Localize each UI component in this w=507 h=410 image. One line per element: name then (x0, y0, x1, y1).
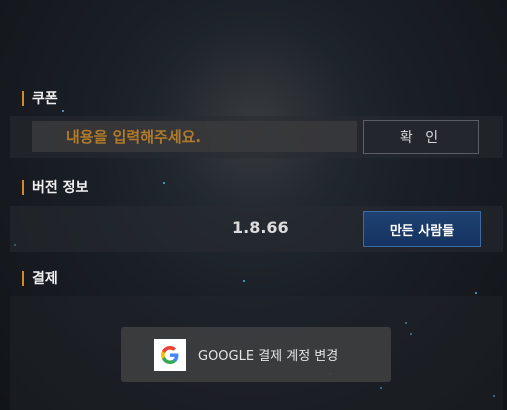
payment-section-header: 결제 (22, 269, 58, 287)
version-section-header: 버전 정보 (22, 178, 88, 196)
coupon-confirm-label: 확 인 (399, 130, 443, 146)
background-sparkle (243, 280, 245, 282)
version-panel: 1.8.66 만든 사람들 (10, 206, 503, 252)
credits-button[interactable]: 만든 사람들 (363, 211, 481, 247)
google-button-label: GOOGLE 결제 계정 변경 (198, 349, 339, 364)
payment-title: 결제 (32, 271, 58, 287)
version-title: 버전 정보 (32, 180, 89, 196)
section-accent-bar (22, 179, 24, 195)
google-g-icon (154, 338, 186, 371)
section-accent-bar (22, 270, 24, 286)
google-account-change-button[interactable]: GOOGLE 결제 계정 변경 (121, 327, 391, 382)
section-accent-bar (22, 90, 24, 106)
coupon-input[interactable] (32, 121, 357, 152)
coupon-section-header: 쿠폰 (22, 89, 58, 107)
coupon-title: 쿠폰 (32, 91, 58, 107)
payment-panel: GOOGLE 결제 계정 변경 (10, 296, 503, 410)
coupon-panel: 확 인 (10, 116, 503, 158)
coupon-confirm-button[interactable]: 확 인 (363, 120, 479, 154)
version-number: 1.8.66 (232, 218, 289, 237)
background-sparkle (163, 182, 165, 184)
background-sparkle (62, 110, 64, 112)
background-sparkle (475, 292, 477, 294)
credits-label: 만든 사람들 (389, 223, 455, 239)
